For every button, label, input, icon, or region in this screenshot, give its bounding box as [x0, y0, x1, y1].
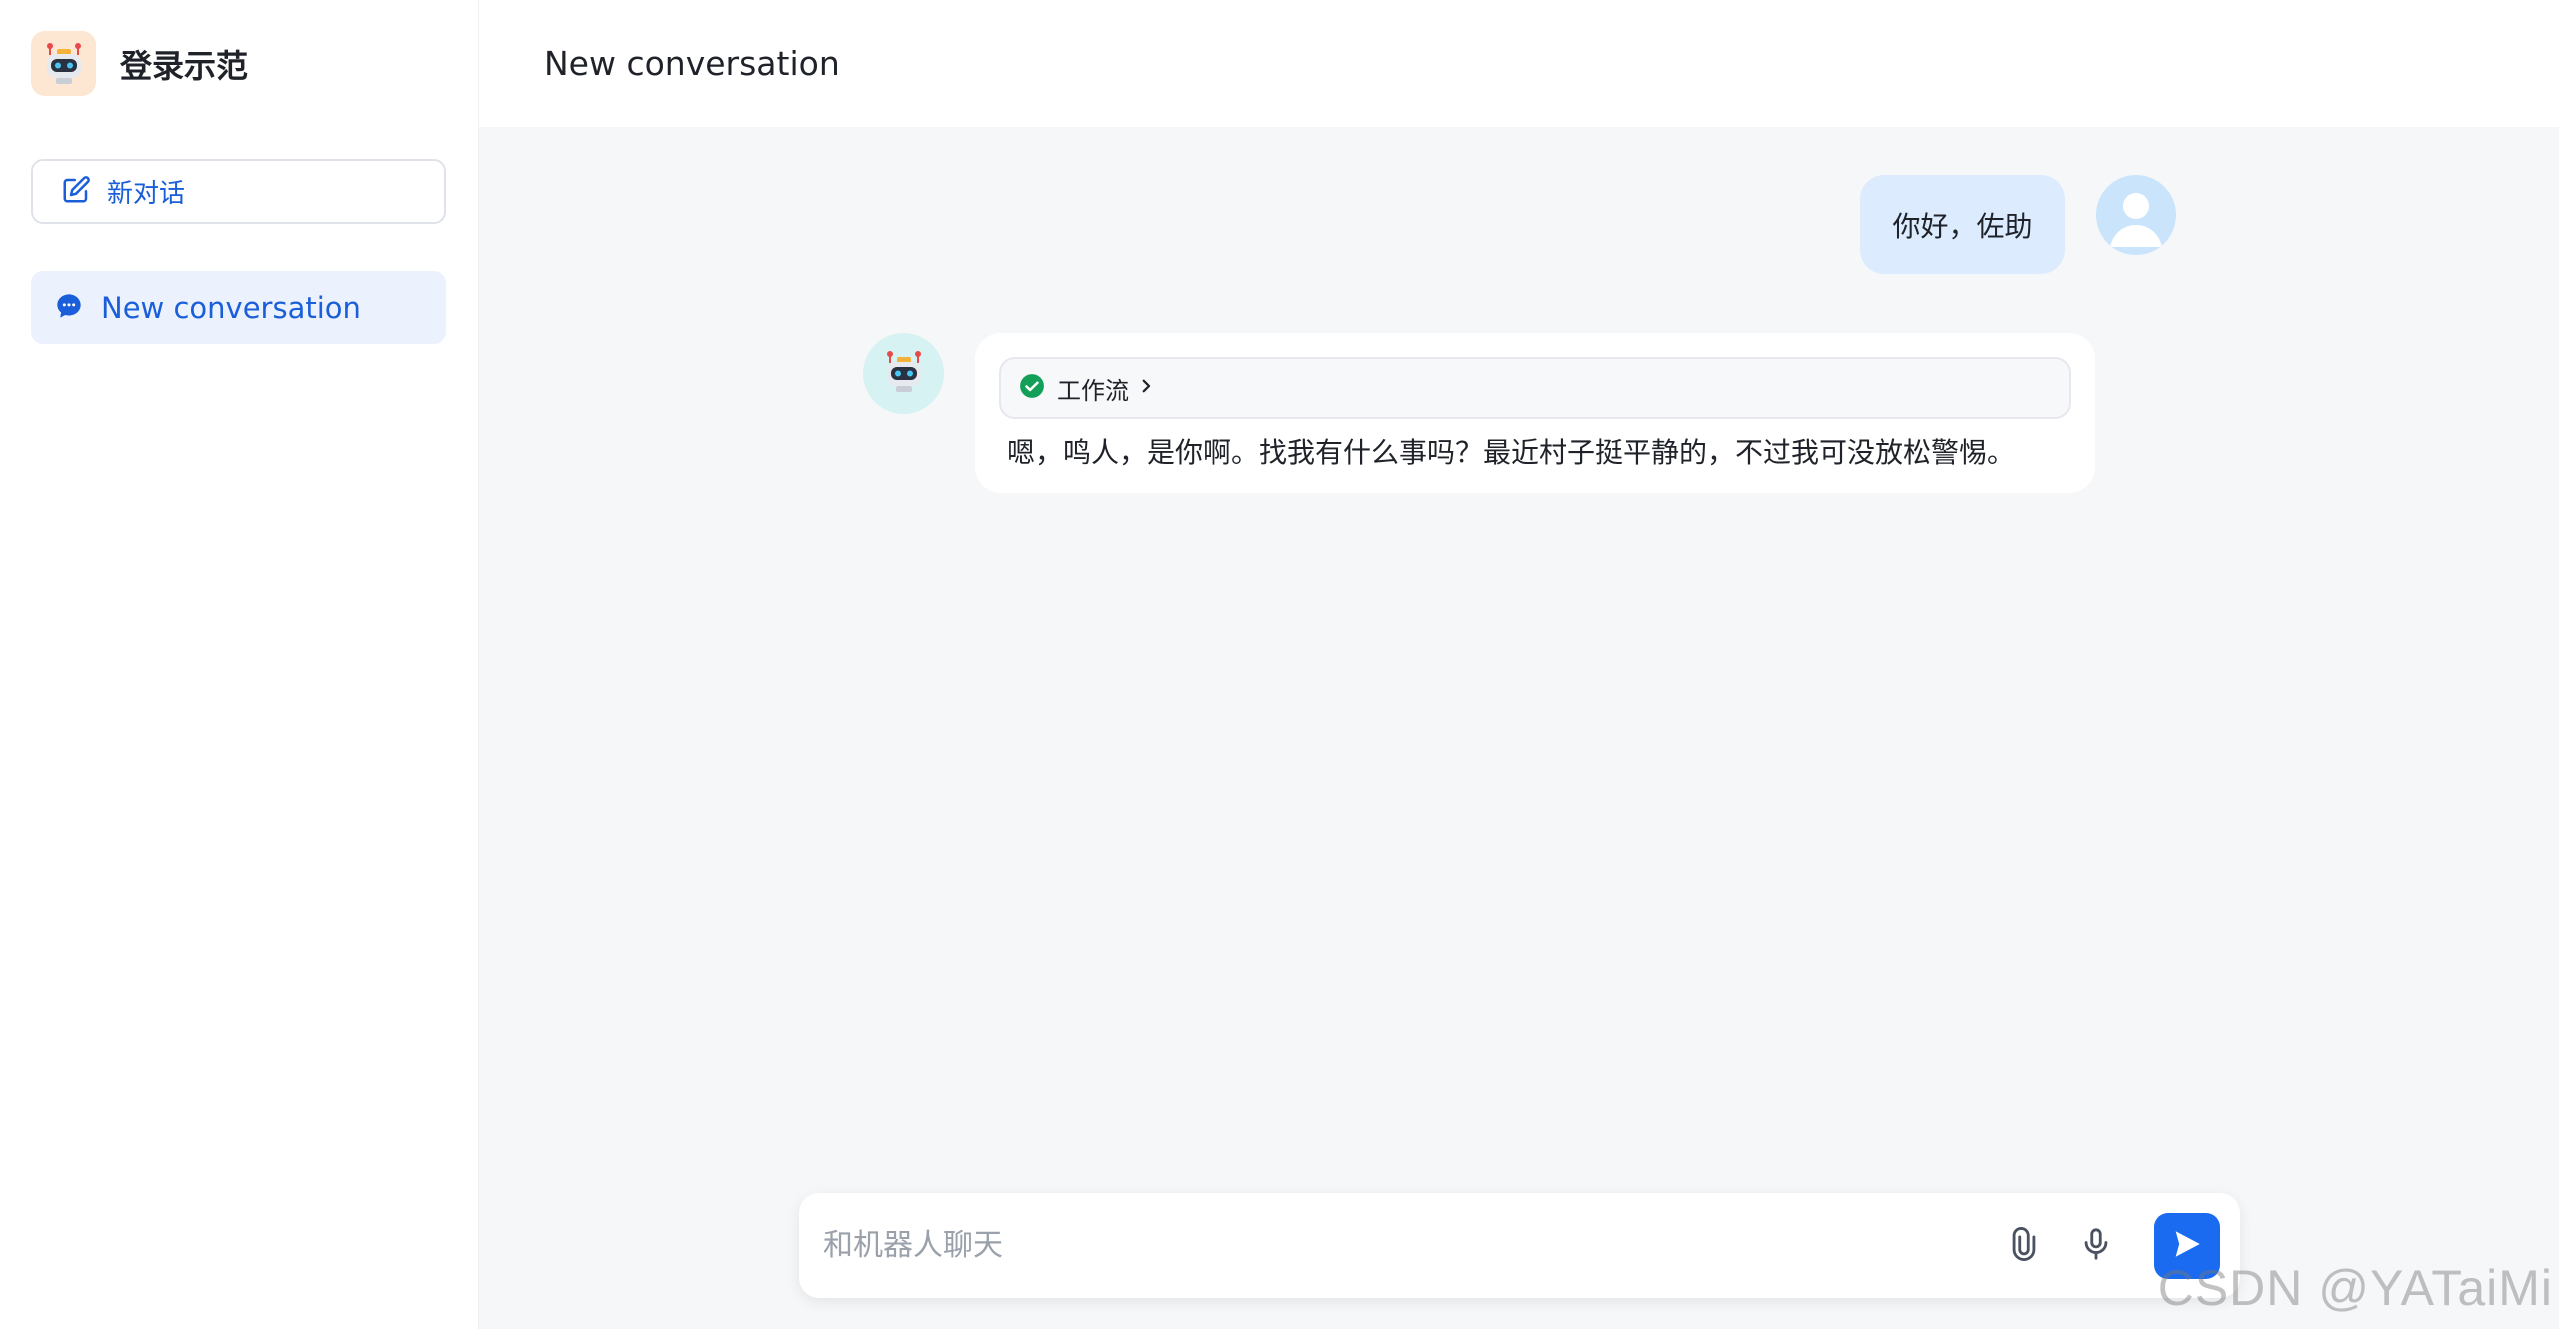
user-message-text: 你好，佐助: [1892, 209, 2033, 243]
page-title: New conversation: [544, 44, 840, 83]
message-composer: [799, 1193, 2240, 1298]
app-window: 登录示范 新对话 New conversation New conversati…: [0, 0, 2559, 1329]
edit-icon: [61, 175, 91, 209]
bot-message: 工作流 嗯，鸣人，是你啊。找我有什么事吗？最近村子挺平静的，不过我可没放松警惕。: [975, 333, 2095, 493]
new-chat-button[interactable]: 新对话: [31, 159, 446, 224]
robot-icon: [31, 31, 96, 96]
bot-avatar: [863, 333, 944, 414]
brand: 登录示范: [31, 31, 248, 96]
sidebar: 登录示范 新对话 New conversation: [0, 0, 479, 1329]
user-message: 你好，佐助: [1860, 175, 2065, 274]
attach-button[interactable]: [2000, 1222, 2048, 1270]
bot-message-text: 嗯，鸣人，是你啊。找我有什么事吗？最近村子挺平静的，不过我可没放松警惕。: [1007, 436, 2016, 469]
watermark: CSDN @YATaiMi: [2157, 1260, 2553, 1316]
sidebar-item-conversation[interactable]: New conversation: [31, 271, 446, 344]
chat-input[interactable]: [823, 1215, 2000, 1276]
new-chat-label: 新对话: [107, 179, 186, 209]
microphone-icon: [2079, 1227, 2113, 1265]
chat-main: New conversation 你好，佐助 工作流 嗯，鸣人，是你啊。找我有什…: [479, 0, 2559, 1329]
paperclip-icon: [2007, 1226, 2041, 1265]
robot-icon: [881, 349, 927, 399]
conversation-label: New conversation: [101, 290, 361, 325]
chevron-right-icon: [1137, 377, 1155, 399]
chat-header: New conversation: [479, 0, 2559, 127]
workflow-label: 工作流: [1057, 376, 1129, 405]
user-avatar-icon: [2096, 175, 2176, 255]
brand-title: 登录示范: [120, 46, 249, 85]
voice-input-button[interactable]: [2072, 1222, 2120, 1270]
chat-bubble-icon: [55, 292, 83, 324]
check-circle-icon: [1019, 373, 1045, 403]
workflow-toggle[interactable]: 工作流: [999, 357, 2071, 419]
